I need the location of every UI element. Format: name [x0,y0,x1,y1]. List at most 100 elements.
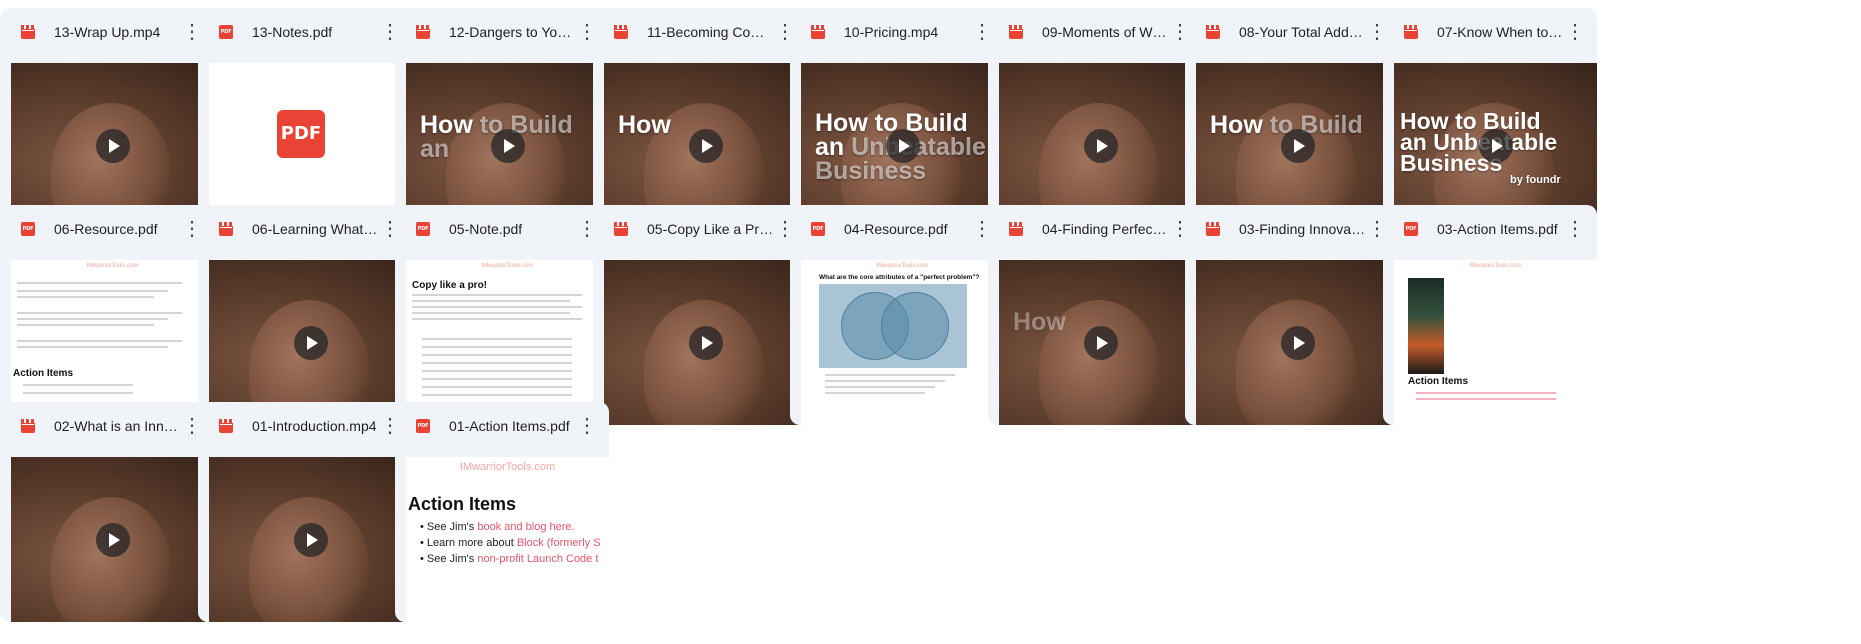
bullet-link[interactable]: book and blog here. [477,521,574,533]
file-thumbnail[interactable]: How to Build an [406,63,609,228]
file-card-header: 10-Pricing.mp4 ⋮ [790,8,1004,56]
play-icon[interactable] [490,128,525,163]
file-thumbnail[interactable] [209,457,412,622]
file-name: 09-Moments of WOW.mp4 [1042,24,1170,40]
doc-heading: Copy like a pro! [412,280,488,291]
video-file-icon [1206,222,1220,236]
pdf-large-icon: PDF [277,110,325,158]
text-line [422,386,572,388]
file-card[interactable]: 11-Becoming Comfortable.mp4⋮ How [593,8,807,228]
file-card[interactable]: 10-Pricing.mp4⋮ How to Buildan Unbeatable… [790,8,1004,228]
file-card[interactable]: 04-Finding Perfect Problems.mp4⋮ How [988,205,1202,425]
file-name: 03-Finding Innovation.mp4 [1239,221,1367,237]
text-line [17,312,182,314]
play-icon[interactable] [885,128,920,163]
bullet-link[interactable]: non-profit Launch Code t [477,553,598,565]
file-thumbnail[interactable]: IMwarriorTools.com Copy like a pro! [406,260,609,425]
file-card[interactable]: 01-Introduction.mp4 ⋮ [198,402,412,622]
more-vert-icon[interactable]: ⋮ [1561,18,1589,46]
file-name: 06-Resource.pdf [54,221,158,237]
play-icon[interactable] [1280,325,1315,360]
file-card-header: 04-Resource.pdf⋮ [790,205,1004,253]
text-line [825,374,955,376]
file-thumbnail[interactable]: How to Buildan UnbeatableBusinessby foun… [1394,63,1597,228]
file-thumbnail[interactable]: How to Buildan UnbeatableBusiness [801,63,1004,228]
play-icon[interactable] [688,325,723,360]
file-thumbnail[interactable]: IMwarriorTools.com Action Items [11,260,214,425]
play-icon[interactable] [1083,325,1118,360]
pdf-file-icon [416,419,430,433]
file-card[interactable]: 07-Know When to Sell.mp4⋮ How to Buildan … [1383,8,1597,228]
video-file-icon [1009,25,1023,39]
play-icon[interactable] [688,128,723,163]
file-name: 11-Becoming Comfortable.mp4 [647,24,775,40]
file-name: 01-Action Items.pdf [449,418,570,434]
file-thumbnail[interactable]: How to Build [1196,63,1399,228]
thumbnail-title-text: How [1013,310,1066,335]
file-card-header: 01-Action Items.pdf⋮ [395,402,609,450]
file-card[interactable]: 05-Note.pdf⋮ IMwarriorTools.com Copy like … [395,205,609,425]
play-icon[interactable] [293,325,328,360]
pdf-file-icon [21,222,35,236]
file-thumbnail[interactable] [604,260,807,425]
file-card[interactable]: 13-Wrap Up.mp4 ⋮ [0,8,214,228]
text-line [17,296,154,298]
play-icon[interactable] [1478,128,1513,163]
file-name: 05-Note.pdf [449,221,523,237]
video-file-icon [416,25,430,39]
text-line [422,370,572,372]
text-line [23,392,133,394]
file-thumbnail[interactable]: IMwarriorTools.com What are the core attr… [801,260,1004,425]
doc-site-header: IMwarriorTools.com [86,263,139,269]
file-thumbnail[interactable]: PDF [209,63,412,228]
play-icon[interactable] [293,522,328,557]
pdf-file-icon [219,25,233,39]
text-line [422,354,572,356]
video-file-icon [1009,222,1023,236]
file-thumbnail[interactable] [11,63,214,228]
more-vert-icon[interactable]: ⋮ [573,412,601,440]
file-card[interactable]: 04-Resource.pdf⋮ IMwarriorTools.com What a… [790,205,1004,425]
pdf-file-icon [416,222,430,236]
file-card[interactable]: 09-Moments of WOW.mp4⋮ [988,8,1202,228]
file-thumbnail[interactable] [11,457,214,622]
video-file-icon [1206,25,1220,39]
text-line [422,346,572,348]
doc-heading: Action Items [408,494,517,514]
file-card[interactable]: 08-Your Total Addressable Market.mp4⋮ How… [1185,8,1399,228]
file-thumbnail[interactable]: How [604,63,807,228]
file-card-header: 03-Finding Innovation.mp4⋮ [1185,205,1399,253]
file-thumbnail[interactable] [999,63,1202,228]
file-card[interactable]: 02-What is an Innovator.mp4⋮ [0,402,214,622]
file-card[interactable]: 05-Copy Like a Pro.mp4⋮ [593,205,807,425]
text-line [23,384,133,386]
file-thumbnail[interactable] [209,260,412,425]
file-name: 12-Dangers to Your Business.mp4 [449,24,577,40]
file-name: 06-Learning What Matters.mp4 [252,221,380,237]
text-line [17,290,168,292]
doc-site-header: IMwarriorTools.com [876,263,929,269]
file-thumbnail[interactable]: IMwarriorTools.com Action Items [1394,260,1597,425]
more-vert-icon[interactable]: ⋮ [1561,215,1589,243]
file-thumbnail[interactable] [1196,260,1399,425]
play-icon[interactable] [95,522,130,557]
play-icon[interactable] [1083,128,1118,163]
doc-bullet: • See Jim's non-profit Launch Code t [420,553,599,565]
file-card[interactable]: 12-Dangers to Your Business.mp4⋮ How to B… [395,8,609,228]
file-card[interactable]: 03-Finding Innovation.mp4⋮ [1185,205,1399,425]
file-card-header: 06-Resource.pdf⋮ [0,205,214,253]
file-card[interactable]: 01-Action Items.pdf⋮ IMwarriorTools.com Ac… [395,402,609,622]
bullet-link[interactable]: Block (formerly S [517,537,601,549]
play-icon[interactable] [95,128,130,163]
file-name: 02-What is an Innovator.mp4 [54,418,182,434]
file-card[interactable]: 06-Resource.pdf⋮ IMwarriorTools.com Action… [0,205,214,425]
video-file-icon [21,419,35,433]
file-thumbnail[interactable]: How [999,260,1202,425]
play-icon[interactable] [1280,128,1315,163]
thumbnail-word: by foundr [1510,174,1561,186]
file-card-header: 11-Becoming Comfortable.mp4⋮ [593,8,807,56]
file-thumbnail[interactable]: IMwarriorTools.com Action Items • See Jim'… [406,457,609,622]
file-card[interactable]: 03-Action Items.pdf⋮ IMwarriorTools.com Ac… [1383,205,1597,425]
file-card[interactable]: 13-Notes.pdf⋮ PDF [198,8,412,228]
file-card[interactable]: 06-Learning What Matters.mp4⋮ [198,205,412,425]
